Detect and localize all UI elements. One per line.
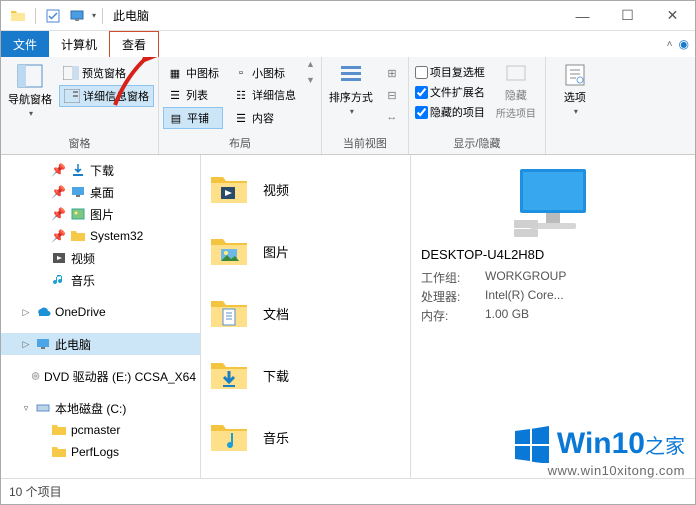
minimize-button[interactable]: — bbox=[560, 1, 605, 30]
maximize-button[interactable]: ☐ bbox=[605, 1, 650, 30]
videos-label: 视频 bbox=[263, 180, 289, 199]
help-icon[interactable]: ◉ bbox=[679, 37, 689, 51]
close-button[interactable]: ✕ bbox=[650, 1, 695, 30]
layout-small-icons[interactable]: ▫小图标 bbox=[229, 63, 300, 83]
medium-icons-icon: ▦ bbox=[167, 65, 183, 81]
documents-folder-icon bbox=[209, 293, 249, 333]
videos-folder-icon bbox=[209, 169, 249, 209]
checkbox-icon[interactable] bbox=[42, 5, 64, 27]
ribbon-group-show-hide: 项目复选框 文件扩展名 隐藏的项目 隐藏 所选项目 显示/隐藏 bbox=[409, 57, 546, 154]
sort-label: 排序方式 bbox=[329, 89, 373, 105]
list-icon: ☰ bbox=[167, 87, 183, 103]
tab-file[interactable]: 文件 bbox=[1, 31, 49, 57]
tree-videos[interactable]: 视频 bbox=[1, 247, 200, 269]
item-checkboxes-toggle[interactable]: 项目复选框 bbox=[413, 63, 487, 81]
computer-name: DESKTOP-U4L2H8D bbox=[421, 247, 685, 262]
app-icon bbox=[66, 5, 88, 27]
panes-group-label: 窗格 bbox=[5, 133, 154, 154]
file-extensions-toggle[interactable]: 文件扩展名 bbox=[413, 83, 487, 101]
quick-access-toolbar: ▾ bbox=[1, 5, 107, 27]
small-icons-icon: ▫ bbox=[233, 65, 249, 81]
content-icon: ☰ bbox=[233, 110, 249, 126]
hide-selected-button[interactable]: 隐藏 所选项目 bbox=[491, 59, 541, 120]
qat-menu-icon[interactable]: ▾ bbox=[92, 11, 96, 20]
downloads-folder-icon bbox=[209, 355, 249, 395]
item-count: 10 个项目 bbox=[9, 483, 62, 500]
music-folder-icon bbox=[209, 417, 249, 457]
details-pane-button[interactable]: 详细信息窗格 bbox=[59, 85, 154, 107]
folder-pictures[interactable]: 图片 bbox=[209, 231, 402, 271]
layout-content[interactable]: ☰内容 bbox=[229, 107, 300, 129]
layout-medium-icons[interactable]: ▦中图标 bbox=[163, 63, 223, 83]
tree-music[interactable]: 音乐 bbox=[1, 269, 200, 291]
pictures-folder-icon bbox=[209, 231, 249, 271]
current-view-group-label: 当前视图 bbox=[326, 133, 404, 154]
options-label: 选项 bbox=[564, 89, 586, 105]
folder-music[interactable]: 音乐 bbox=[209, 417, 402, 457]
nav-tree: 📌下载 📌桌面 📌图片 📌System32 视频 音乐 ▷OneDrive ▷此… bbox=[1, 155, 201, 478]
layout-tiles[interactable]: ▤平铺 bbox=[163, 107, 223, 129]
tree-onedrive[interactable]: ▷OneDrive bbox=[1, 301, 200, 323]
ribbon-group-panes: 导航窗格 ▾ 预览窗格 详细信息窗格 窗格 bbox=[1, 57, 159, 154]
folder-documents[interactable]: 文档 bbox=[209, 293, 402, 333]
preview-pane-label: 预览窗格 bbox=[82, 65, 126, 81]
layout-list[interactable]: ☰列表 bbox=[163, 85, 223, 105]
tree-pcmaster[interactable]: pcmaster bbox=[1, 419, 200, 441]
tree-dvd[interactable]: DVD 驱动器 (E:) CCSA_X64 bbox=[1, 365, 200, 387]
tree-local-disk[interactable]: ▿本地磁盘 (C:) bbox=[1, 397, 200, 419]
folder-view[interactable]: 视频 图片 文档 下载 音乐 bbox=[201, 155, 411, 478]
layout-down-icon[interactable]: ▼ bbox=[306, 75, 315, 85]
ribbon-tabs: 文件 计算机 查看 ˄ ◉ bbox=[1, 31, 695, 57]
tab-computer[interactable]: 计算机 bbox=[49, 31, 109, 57]
tree-pictures[interactable]: 📌图片 bbox=[1, 203, 200, 225]
folder-downloads[interactable]: 下载 bbox=[209, 355, 402, 395]
hidden-items-toggle[interactable]: 隐藏的项目 bbox=[413, 103, 487, 121]
layout-group-label: 布局 bbox=[163, 133, 317, 154]
ribbon: 导航窗格 ▾ 预览窗格 详细信息窗格 窗格 ▦中图标 ▫小图标 ☰列表 bbox=[1, 57, 695, 155]
size-columns-button[interactable]: ↔ bbox=[380, 107, 404, 127]
details-pane: DESKTOP-U4L2H8D 工作组:WORKGROUP 处理器:Intel(… bbox=[411, 155, 695, 478]
show-hide-group-label: 显示/隐藏 bbox=[413, 133, 541, 154]
pictures-label: 图片 bbox=[263, 242, 289, 261]
computer-icon bbox=[421, 165, 685, 239]
group-by-button[interactable]: ⊞ bbox=[380, 63, 404, 83]
nav-pane-label: 导航窗格 bbox=[8, 91, 52, 107]
detail-cpu: 处理器:Intel(R) Core... bbox=[421, 287, 685, 306]
tiles-icon: ▤ bbox=[168, 110, 184, 126]
ribbon-group-layout: ▦中图标 ▫小图标 ☰列表 ☷详细信息 ▤平铺 ☰内容 ▲ ▼ 布局 bbox=[159, 57, 322, 154]
add-columns-button[interactable]: ⊟ bbox=[380, 85, 404, 105]
documents-label: 文档 bbox=[263, 304, 289, 323]
sort-button[interactable]: 排序方式 ▾ bbox=[326, 59, 376, 116]
ribbon-group-current-view: 排序方式 ▾ ⊞ ⊟ ↔ 当前视图 bbox=[322, 57, 409, 154]
tree-perflogs[interactable]: PerfLogs bbox=[1, 441, 200, 463]
downloads-label: 下载 bbox=[263, 366, 289, 385]
window-controls: — ☐ ✕ bbox=[560, 1, 695, 30]
tree-desktop[interactable]: 📌桌面 bbox=[1, 181, 200, 203]
tree-system32[interactable]: 📌System32 bbox=[1, 225, 200, 247]
minimize-ribbon-icon[interactable]: ˄ bbox=[667, 39, 673, 50]
preview-pane-icon bbox=[63, 65, 79, 81]
tree-downloads[interactable]: 📌下载 bbox=[1, 159, 200, 181]
nav-pane-button[interactable]: 导航窗格 ▾ bbox=[5, 59, 55, 118]
window-title: 此电脑 bbox=[107, 7, 149, 24]
details-pane-icon bbox=[64, 88, 80, 104]
details-pane-label: 详细信息窗格 bbox=[83, 88, 149, 104]
hide-label: 隐藏 bbox=[505, 87, 527, 103]
ribbon-group-options: 选项 ▾ bbox=[546, 57, 604, 154]
preview-pane-button[interactable]: 预览窗格 bbox=[59, 63, 154, 83]
folder-videos[interactable]: 视频 bbox=[209, 169, 402, 209]
detail-memory: 内存:1.00 GB bbox=[421, 306, 685, 325]
content-area: 📌下载 📌桌面 📌图片 📌System32 视频 音乐 ▷OneDrive ▷此… bbox=[1, 155, 695, 478]
details-icon: ☷ bbox=[233, 87, 249, 103]
layout-up-icon[interactable]: ▲ bbox=[306, 59, 315, 69]
status-bar: 10 个项目 bbox=[1, 478, 695, 504]
folder-icon bbox=[7, 5, 29, 27]
title-bar: ▾ 此电脑 — ☐ ✕ bbox=[1, 1, 695, 31]
options-button[interactable]: 选项 ▾ bbox=[550, 59, 600, 116]
detail-workgroup: 工作组:WORKGROUP bbox=[421, 268, 685, 287]
tree-this-pc[interactable]: ▷此电脑 bbox=[1, 333, 200, 355]
tab-view[interactable]: 查看 bbox=[109, 31, 159, 57]
music-label: 音乐 bbox=[263, 428, 289, 447]
layout-details[interactable]: ☷详细信息 bbox=[229, 85, 300, 105]
